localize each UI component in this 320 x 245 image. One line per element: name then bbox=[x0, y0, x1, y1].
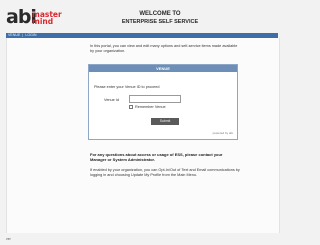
logo-mastermind-text: master mind bbox=[32, 10, 62, 26]
venue-id-label: Venue Id bbox=[104, 98, 119, 102]
help-text: For any questions about access or usage … bbox=[90, 152, 223, 162]
remember-venue-row: Remember Venue bbox=[129, 105, 166, 110]
intro-text: In this portal, you can view and edit ma… bbox=[90, 44, 238, 53]
venue-login-box: VENUE Please enter your Venue ID to proc… bbox=[88, 64, 238, 140]
nav-item-venue[interactable]: VENUE bbox=[8, 33, 20, 37]
optin-text: If enabled by your organization, you can… bbox=[90, 168, 240, 177]
page-header: WELCOME TO ENTERPRISE SELF SERVICE bbox=[80, 11, 240, 26]
page-title: ENTERPRISE SELF SERVICE bbox=[121, 19, 199, 25]
submit-button[interactable]: Submit bbox=[151, 118, 179, 125]
welcome-text: WELCOME TO bbox=[139, 11, 181, 17]
nav-item-login[interactable]: LOGIN bbox=[25, 33, 36, 37]
venue-prompt-text: Please enter your Venue ID to proceed bbox=[94, 85, 160, 89]
remember-venue-checkbox[interactable] bbox=[129, 105, 133, 109]
venue-box-header: VENUE bbox=[89, 65, 237, 72]
remember-venue-label: Remember Venue bbox=[135, 105, 166, 109]
venue-id-input[interactable] bbox=[129, 95, 181, 103]
powered-by-text: powered by abi bbox=[212, 131, 233, 135]
abi-logo: abi master mind bbox=[6, 7, 68, 30]
version-footer: ver bbox=[6, 237, 11, 241]
nav-separator: | bbox=[22, 33, 24, 37]
